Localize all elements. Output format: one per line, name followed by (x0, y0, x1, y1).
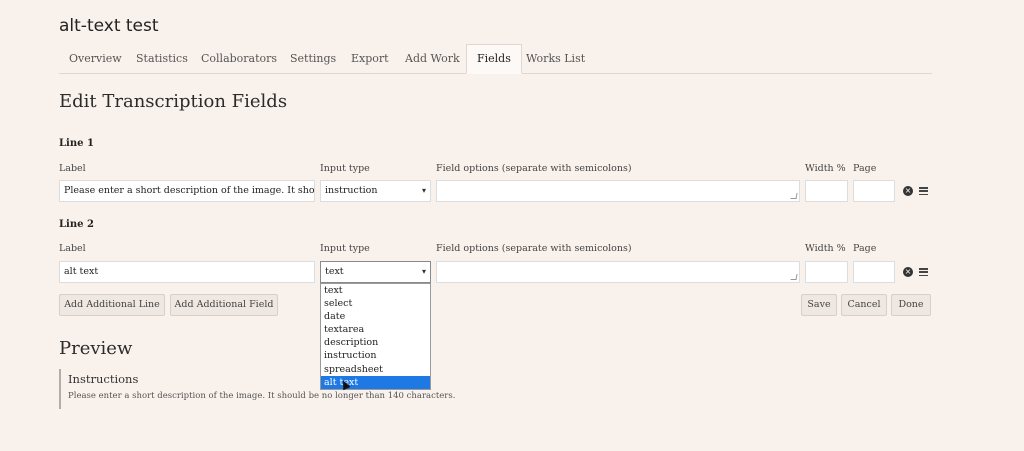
tab-add-work[interactable]: Add Work (405, 45, 460, 73)
tab-collaborators[interactable]: Collaborators (201, 45, 277, 73)
line-1-heading: Line 1 (59, 138, 94, 149)
line-2-input-type-select[interactable]: text (320, 261, 431, 283)
line-2-heading: Line 2 (59, 219, 94, 230)
line-1-field-options-caption: Field options (separate with semicolons) (436, 163, 632, 174)
dropdown-option-description[interactable]: description (321, 336, 430, 349)
line-2-width-caption: Width % (805, 243, 846, 254)
remove-circle-icon[interactable]: × (903, 186, 913, 196)
input-type-dropdown-list: text select date textarea description in… (320, 283, 431, 390)
reorder-handle-icon[interactable] (919, 268, 928, 277)
reorder-handle-icon[interactable] (919, 187, 928, 196)
line-1-field-options-textarea[interactable] (436, 180, 800, 202)
page-heading: Edit Transcription Fields (59, 91, 288, 112)
dropdown-option-textarea[interactable]: textarea (321, 323, 430, 336)
preview-title: Instructions (68, 372, 139, 386)
line-1-label-input[interactable]: Please enter a short description of the … (59, 180, 315, 202)
done-button[interactable]: Done (891, 294, 931, 316)
preview-text: Please enter a short description of the … (68, 391, 456, 401)
tab-settings[interactable]: Settings (290, 45, 336, 73)
line-2-page-input[interactable] (853, 261, 895, 283)
tab-fields[interactable]: Fields (466, 44, 522, 74)
add-additional-field-button[interactable]: Add Additional Field (170, 294, 278, 316)
tab-bar: Overview Statistics Collaborators Settin… (59, 44, 932, 74)
line-1-page-caption: Page (853, 163, 877, 174)
line-2-input-type-caption: Input type (320, 243, 370, 254)
line-2-page-caption: Page (853, 243, 877, 254)
line-2-label-input[interactable]: alt text (59, 261, 315, 283)
tab-statistics[interactable]: Statistics (136, 45, 188, 73)
project-title: alt-text test (59, 16, 159, 36)
tab-export[interactable]: Export (351, 45, 389, 73)
line-2-label-caption: Label (59, 243, 86, 254)
dropdown-option-date[interactable]: date (321, 310, 430, 323)
line-2-field-options-textarea[interactable] (436, 261, 800, 283)
line-2-field-options-caption: Field options (separate with semicolons) (436, 243, 632, 254)
line-1-input-type-select[interactable]: instruction (320, 180, 431, 202)
remove-circle-icon[interactable]: × (903, 267, 913, 277)
save-button[interactable]: Save (801, 294, 837, 316)
dropdown-option-select[interactable]: select (321, 297, 430, 310)
preview-heading: Preview (59, 338, 133, 359)
tab-overview[interactable]: Overview (69, 45, 122, 73)
preview-panel: Instructions Please enter a short descri… (59, 369, 548, 409)
line-1-page-input[interactable] (853, 180, 895, 202)
add-additional-line-button[interactable]: Add Additional Line (59, 294, 165, 316)
dropdown-option-text[interactable]: text (321, 284, 430, 297)
dropdown-option-spreadsheet[interactable]: spreadsheet (321, 363, 430, 376)
line-1-label-caption: Label (59, 163, 86, 174)
tab-works-list[interactable]: Works List (526, 45, 585, 73)
dropdown-option-instruction[interactable]: instruction (321, 349, 430, 362)
line-2-width-input[interactable] (805, 261, 848, 283)
line-1-width-input[interactable] (805, 180, 848, 202)
line-1-input-type-caption: Input type (320, 163, 370, 174)
line-1-width-caption: Width % (805, 163, 846, 174)
cancel-button[interactable]: Cancel (841, 294, 887, 316)
dropdown-option-alt-text[interactable]: alt text (321, 375, 430, 389)
